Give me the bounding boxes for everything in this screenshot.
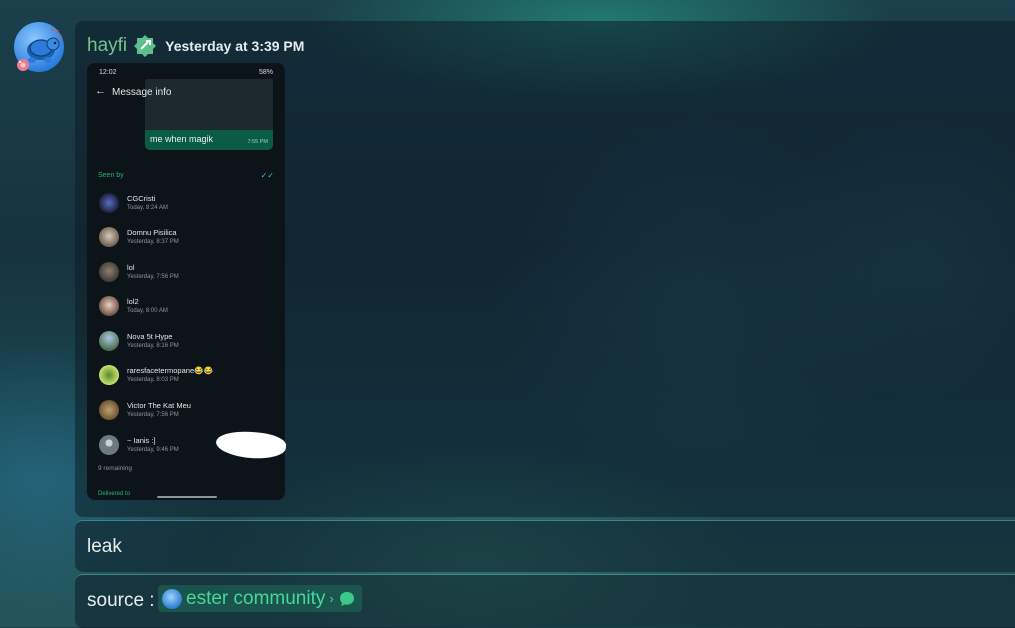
status-time: 12:02 (99, 69, 117, 76)
contact-avatar (99, 193, 119, 213)
server-tag-icon[interactable] (133, 34, 157, 58)
contact-avatar (99, 365, 119, 385)
message-header: hayfi Yesterday at 3:39 PM (87, 34, 304, 58)
contact-time: Yesterday, 9:46 PM (127, 447, 179, 453)
contact-time: Yesterday, 7:56 PM (127, 412, 179, 418)
contact-name: Nova 5t Hype (127, 332, 173, 341)
contact-row: CGCristi Today, 8:24 AM (99, 189, 275, 217)
user-avatar[interactable] (12, 20, 66, 74)
contact-name: lol2 (127, 297, 139, 306)
contact-avatar (99, 331, 119, 351)
turtle-avatar-icon (17, 27, 63, 71)
contact-avatar (99, 296, 119, 316)
contact-name: CGCristi (127, 194, 156, 203)
phone-status-bar: 12:02 58% (87, 69, 285, 79)
chevron-right-icon: › (329, 591, 334, 606)
chat-bubble: me when magik 7:55 PM (145, 130, 273, 150)
contact-avatar (99, 435, 119, 455)
message-text: source : (87, 590, 155, 611)
bubble-time: 7:55 PM (247, 139, 268, 145)
status-battery: 58% (258, 69, 273, 76)
back-arrow-icon: ← (95, 85, 106, 97)
message-text: leak (87, 536, 122, 557)
contact-row: lol Yesterday, 7:56 PM (99, 258, 275, 286)
channel-mention[interactable]: ester community › (158, 585, 362, 612)
contact-name: Victor The Kat Meu (127, 401, 191, 410)
contact-time: Yesterday, 8:37 PM (127, 239, 179, 245)
contact-avatar (99, 262, 119, 282)
contact-time: Yesterday, 8:16 PM (127, 343, 179, 349)
contact-row: raresfacetermopane😂😂 Yesterday, 8:03 PM (99, 361, 275, 389)
chat-bubble-icon (339, 591, 354, 606)
contact-name: lol (127, 263, 135, 272)
mention-server-name: ester community (186, 587, 326, 609)
contact-row: lol2 Today, 8:00 AM (99, 292, 275, 320)
contact-avatar (99, 227, 119, 247)
home-indicator (157, 496, 217, 498)
phone-top-bar: ← Message info (87, 85, 285, 101)
contact-time: Today, 8:00 AM (127, 308, 168, 314)
phone-header-title: Message info (112, 87, 172, 98)
delivered-label: Delivered to (98, 491, 131, 497)
contact-row: Nova 5t Hype Yesterday, 8:16 PM (99, 327, 275, 355)
contact-avatar (99, 400, 119, 420)
contact-row: Victor The Kat Meu Yesterday, 7:56 PM (99, 396, 275, 424)
server-icon (162, 588, 182, 609)
contact-name: ~ Ianis :] (127, 436, 156, 445)
double-check-icon: ✓✓ (260, 171, 274, 180)
message-line: leak (75, 520, 1015, 572)
seen-by-row: Seen by ✓✓ (98, 171, 274, 182)
contact-name: Domnu Pisilica (127, 228, 177, 237)
contact-row: Domnu Pisilica Yesterday, 8:37 PM (99, 223, 275, 251)
contact-time: Yesterday, 7:56 PM (127, 274, 179, 280)
contact-name: raresfacetermopane😂😂 (127, 366, 213, 375)
message-timestamp: Yesterday at 3:39 PM (165, 38, 305, 54)
contact-time: Yesterday, 8:03 PM (127, 377, 179, 383)
remaining-count: 9 remaining (98, 465, 132, 472)
username[interactable]: hayfi (87, 35, 127, 57)
bubble-text: me when magik (150, 134, 214, 144)
contact-time: Today, 8:24 AM (127, 205, 168, 211)
seen-by-label: Seen by (98, 172, 124, 179)
